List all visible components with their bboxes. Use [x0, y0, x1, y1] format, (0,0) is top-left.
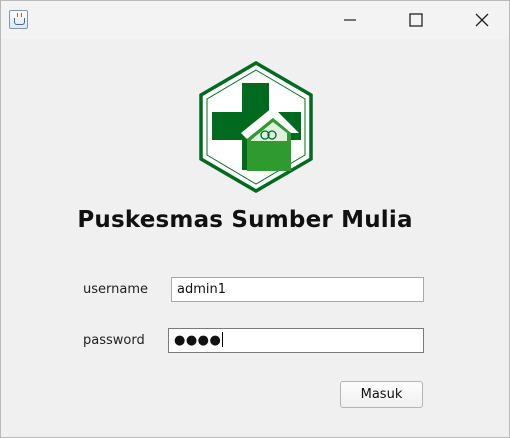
- login-window: Puskesmas Sumber Mulia username admin1 p…: [0, 0, 510, 438]
- minimize-icon: [344, 19, 356, 21]
- masuk-button[interactable]: Masuk: [340, 381, 423, 408]
- login-panel: Puskesmas Sumber Mulia username admin1 p…: [1, 39, 509, 437]
- maximize-icon: [409, 13, 423, 27]
- password-mask: ●●●●: [174, 333, 222, 348]
- password-input[interactable]: ●●●●: [168, 328, 424, 353]
- masuk-button-label: Masuk: [360, 387, 403, 402]
- close-button[interactable]: [459, 1, 505, 39]
- minimize-button[interactable]: [327, 1, 373, 39]
- username-label: username: [83, 282, 148, 297]
- app-title: Puskesmas Sumber Mulia: [77, 207, 413, 233]
- username-value: admin1: [177, 282, 227, 297]
- password-label: password: [83, 333, 145, 348]
- title-bar: [1, 1, 509, 39]
- maximize-button[interactable]: [393, 1, 439, 39]
- puskesmas-logo: [199, 61, 313, 193]
- text-caret: [222, 332, 224, 347]
- close-icon: [475, 13, 489, 27]
- java-cup-icon[interactable]: [9, 10, 28, 29]
- username-input[interactable]: admin1: [171, 277, 424, 302]
